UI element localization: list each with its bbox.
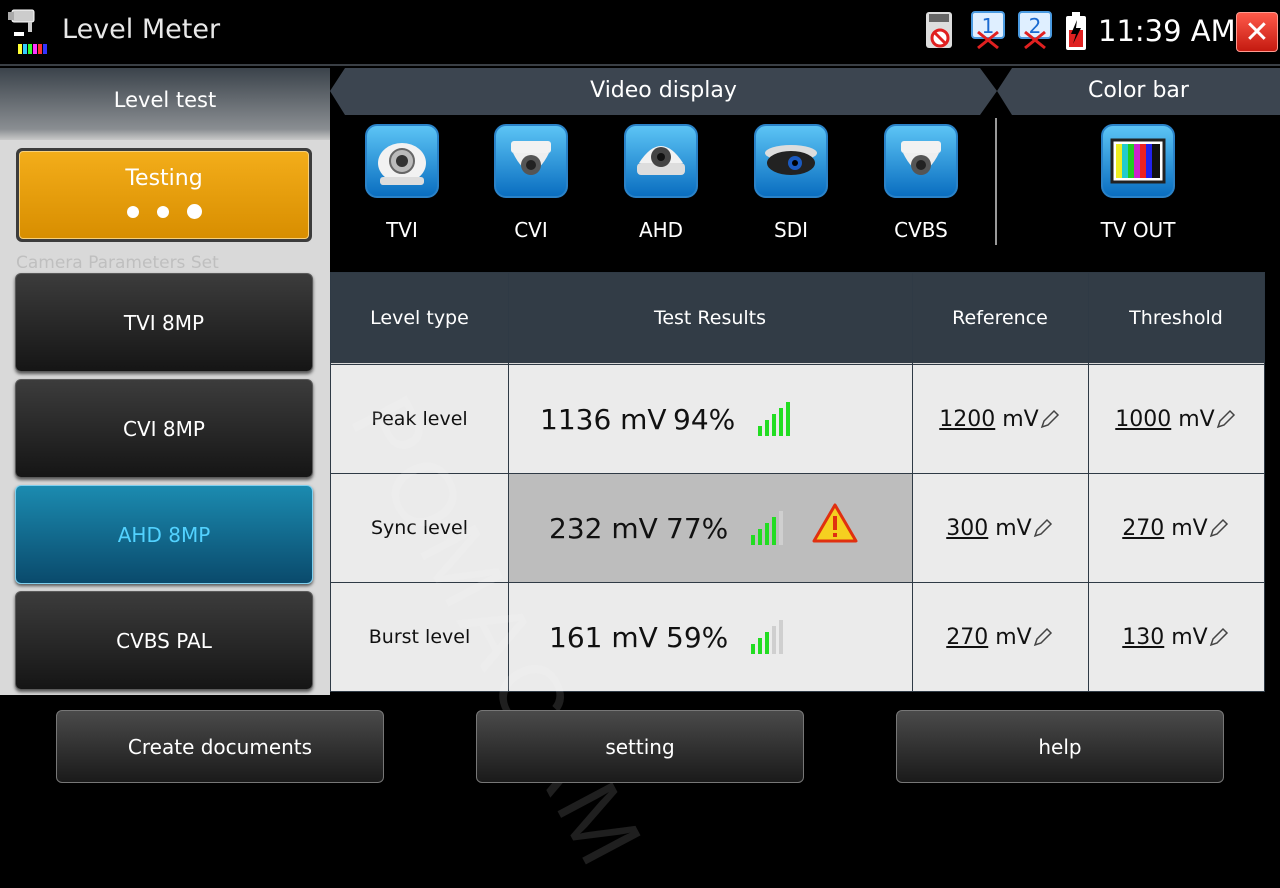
burst-threshold-unit: mV <box>1171 624 1208 650</box>
sdi-label: SDI <box>774 218 808 242</box>
table-row-burst-result: 161 mV 59% <box>508 582 912 691</box>
peak-reference-value: 1200 <box>939 406 996 432</box>
cvi-label: CVI <box>514 218 548 242</box>
svg-text:2: 2 <box>1029 14 1042 38</box>
tvi-display-button[interactable] <box>365 124 439 198</box>
tv-out-label: TV OUT <box>1100 218 1176 242</box>
burst-value: 161 mV <box>549 620 658 654</box>
clock: 11:39 AM <box>1098 14 1236 48</box>
sdi-camera-icon <box>765 145 817 175</box>
mode-button-cvbs[interactable]: CVBS PAL <box>15 591 313 690</box>
sd-card-blocked-icon <box>924 10 954 56</box>
peak-value: 1136 mV <box>540 402 667 436</box>
signal-bars-icon <box>751 511 783 545</box>
battery-charging-icon <box>1064 10 1088 56</box>
col-header-reference: Reference <box>912 273 1088 363</box>
channel-2-off-icon: 2 <box>1017 10 1053 54</box>
table-row-sync-result: 232 mV 77% <box>508 473 912 582</box>
peak-threshold-unit: mV <box>1178 406 1215 432</box>
color-bars-icon <box>1110 138 1166 184</box>
table-row-peak-result: 1136 mV 94% <box>508 364 912 473</box>
burst-threshold-field[interactable]: 130 mV <box>1088 582 1264 691</box>
close-icon: ✕ <box>1244 14 1270 50</box>
tvi-label: TVI <box>386 218 418 242</box>
testing-progress-dots <box>20 204 308 219</box>
table-row-sync-type: Sync level <box>331 473 508 582</box>
channel-1-off-icon: 1 <box>970 10 1006 54</box>
cctv-camera-icon <box>378 143 426 185</box>
sdi-display-button[interactable] <box>754 124 828 198</box>
color-bar-header: Color bar <box>997 68 1280 115</box>
testing-label: Testing <box>125 166 203 191</box>
burst-reference-unit: mV <box>995 624 1032 650</box>
col-header-threshold: Threshold <box>1088 273 1264 363</box>
level-results-table: Level type Test Results Reference Thresh… <box>330 272 1265 692</box>
signal-bars-icon <box>758 402 790 436</box>
color-bar-title: Color bar <box>1088 78 1189 103</box>
help-button[interactable]: help <box>896 710 1224 783</box>
sync-percent: 77% <box>666 511 729 545</box>
col-header-test-results: Test Results <box>508 273 912 363</box>
sync-threshold-unit: mV <box>1171 515 1208 541</box>
burst-percent: 59% <box>666 620 729 654</box>
mode-button-cvi[interactable]: CVI 8MP <box>15 379 313 478</box>
col-header-level-type: Level type <box>331 273 508 363</box>
mode-button-tvi[interactable]: TVI 8MP <box>15 273 313 372</box>
svg-text:1: 1 <box>982 14 995 38</box>
dome-camera-icon <box>637 146 685 175</box>
peak-threshold-value: 1000 <box>1115 406 1172 432</box>
dome-camera-icon <box>901 141 941 175</box>
burst-reference-value: 270 <box>946 624 989 650</box>
burst-reference-field[interactable]: 270 mV <box>912 582 1088 691</box>
signal-bars-icon <box>751 620 783 654</box>
ahd-display-button[interactable] <box>624 124 698 198</box>
edit-pencil-icon <box>1209 627 1228 647</box>
sync-reference-field[interactable]: 300 mV <box>912 473 1088 582</box>
edit-pencil-icon <box>1033 518 1052 538</box>
camera-parameters-label: Camera Parameters Set <box>16 253 219 273</box>
sync-reference-value: 300 <box>946 515 989 541</box>
level-test-title: Level test <box>113 88 217 112</box>
testing-button[interactable]: Testing <box>16 148 312 242</box>
cvbs-display-button[interactable] <box>884 124 958 198</box>
peak-percent: 94% <box>673 402 736 436</box>
edit-pencil-icon <box>1209 518 1228 538</box>
sync-threshold-field[interactable]: 270 mV <box>1088 473 1264 582</box>
peak-reference-field[interactable]: 1200 mV <box>912 364 1088 473</box>
video-display-header: Video display <box>330 68 997 115</box>
level-test-header: Level test <box>0 68 330 140</box>
burst-threshold-value: 130 <box>1122 624 1165 650</box>
title-bar: Level Meter 1 2 11:39 AM ✕ <box>0 0 1280 66</box>
sync-value: 232 mV <box>549 511 658 545</box>
mode-button-ahd[interactable]: AHD 8MP <box>15 485 313 584</box>
edit-pencil-icon <box>1033 627 1052 647</box>
table-row-burst-type: Burst level <box>331 582 508 691</box>
video-display-title: Video display <box>590 78 737 103</box>
ahd-label: AHD <box>638 218 684 242</box>
table-row-peak-type: Peak level <box>331 364 508 473</box>
warning-icon <box>812 503 858 543</box>
tv-out-button[interactable] <box>1101 124 1175 198</box>
app-title: Level Meter <box>62 14 221 45</box>
peak-threshold-field[interactable]: 1000 mV <box>1088 364 1264 473</box>
header-divider <box>995 118 997 245</box>
edit-pencil-icon <box>1216 409 1235 429</box>
level-meter-app-icon <box>8 6 56 58</box>
close-button[interactable]: ✕ <box>1236 12 1278 52</box>
cvi-display-button[interactable] <box>494 124 568 198</box>
dome-camera-icon <box>511 141 551 175</box>
create-documents-button[interactable]: Create documents <box>56 710 384 783</box>
cvbs-label: CVBS <box>894 218 948 242</box>
edit-pencil-icon <box>1040 409 1059 429</box>
peak-reference-unit: mV <box>1002 406 1039 432</box>
setting-button[interactable]: setting <box>476 710 804 783</box>
sync-threshold-value: 270 <box>1122 515 1165 541</box>
sync-reference-unit: mV <box>995 515 1032 541</box>
